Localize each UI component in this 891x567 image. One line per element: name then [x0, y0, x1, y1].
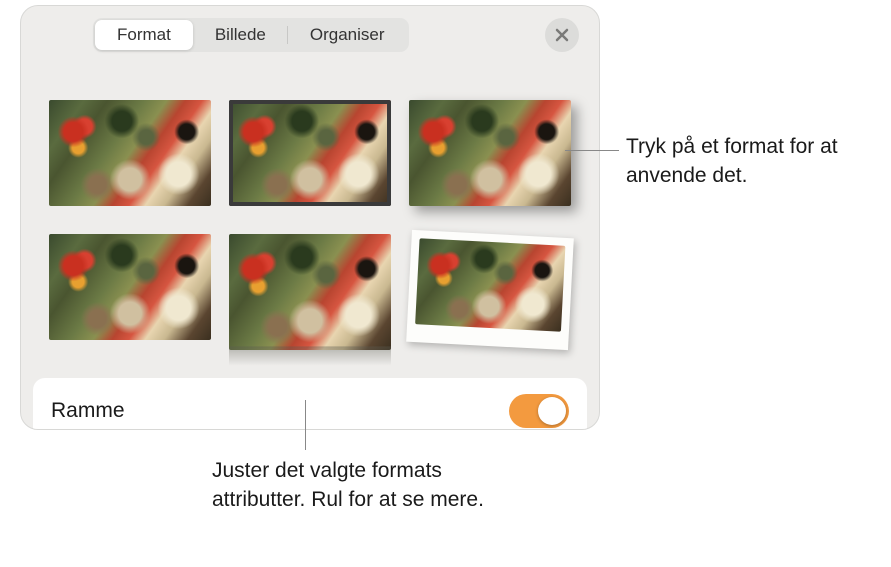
close-button[interactable]: [545, 18, 579, 52]
tab-organize[interactable]: Organiser: [288, 20, 407, 50]
style-option-reflection[interactable]: [229, 234, 391, 350]
style-option-polaroid[interactable]: [406, 230, 574, 350]
style-option-border[interactable]: [229, 100, 391, 206]
callout-tap-style: Tryk på et format for at anvende det.: [626, 132, 876, 191]
style-preview-image: [409, 100, 571, 206]
style-preview-image: [49, 234, 211, 340]
style-preview-image: [229, 100, 391, 206]
reflection-shadow: [229, 346, 391, 365]
style-option-plain-2[interactable]: [49, 234, 211, 340]
style-preview-image: [229, 234, 391, 350]
toggle-knob: [538, 397, 566, 425]
frame-label: Ramme: [51, 399, 125, 423]
tab-bar: Format Billede Organiser: [21, 6, 599, 60]
styles-grid: [21, 60, 599, 372]
callout-adjust-attributes: Juster det valgte formats attributter. R…: [212, 456, 512, 515]
style-preview-image: [415, 238, 565, 332]
frame-toggle[interactable]: [509, 394, 569, 428]
frame-row: Ramme: [33, 378, 587, 430]
callout-line: [565, 150, 619, 151]
callout-line: [305, 400, 306, 450]
style-preview-image: [49, 100, 211, 206]
format-panel: Format Billede Organiser Ramme: [20, 5, 600, 430]
segmented-control: Format Billede Organiser: [93, 18, 409, 52]
close-icon: [554, 27, 570, 43]
tab-format[interactable]: Format: [95, 20, 193, 50]
tab-image[interactable]: Billede: [193, 20, 288, 50]
style-option-plain[interactable]: [49, 100, 211, 206]
style-option-shadow[interactable]: [409, 100, 571, 206]
